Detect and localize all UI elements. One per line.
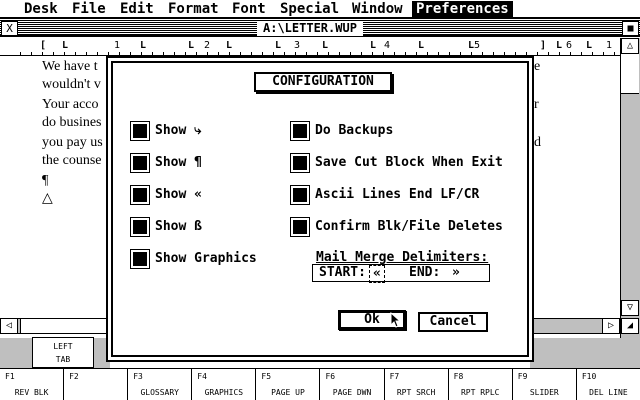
ruler-tab-stop[interactable]: L	[322, 40, 328, 52]
scroll-down-arrow-icon[interactable]: ▽	[621, 300, 639, 316]
size-box-icon[interactable]: ◢	[621, 318, 639, 334]
document-line: the counse	[42, 153, 102, 168]
function-key-f9[interactable]: F9 SLIDER	[513, 369, 577, 400]
menu-font[interactable]: Font	[228, 1, 270, 17]
function-key-bar: F1 REV BLK F2 F3 GLOSSARY F4 GRAPHICS F5…	[0, 368, 640, 400]
mail-merge-delimiters: START: « END: »	[312, 264, 490, 283]
end-delimiter-label: END:	[409, 265, 441, 280]
ruler-right-margin[interactable]: ]	[540, 40, 546, 52]
checkbox-fill	[133, 124, 147, 138]
paragraph-mark: ¶	[42, 173, 49, 188]
checkbox-show-eszett[interactable]	[130, 217, 150, 237]
checkbox-fill	[133, 220, 147, 234]
checkbox-show-graphics[interactable]	[130, 249, 150, 269]
function-key-f3[interactable]: F3 GLOSSARY	[128, 369, 193, 400]
menu-edit[interactable]: Edit	[116, 1, 158, 17]
ruler-left-margin[interactable]: [	[40, 40, 46, 52]
ruler-number: 4	[384, 40, 391, 51]
function-key-f1[interactable]: F1 REV BLK	[0, 369, 65, 400]
menu-preferences[interactable]: Preferences	[412, 1, 513, 17]
checkbox-fill	[133, 188, 147, 202]
checkbox-fill	[133, 156, 147, 170]
ruler-tab-stop[interactable]: L	[226, 40, 232, 52]
document-line: wouldn't v	[42, 77, 101, 92]
checkbox-show-guillemet[interactable]	[130, 185, 150, 205]
document-line-fragment: e	[534, 59, 541, 74]
document-line-fragment: r	[534, 97, 539, 112]
document-line: We have t	[42, 59, 98, 74]
ruler-tab-stop[interactable]: L	[62, 40, 68, 52]
menu-format[interactable]: Format	[164, 1, 223, 17]
function-key-f5[interactable]: F5 PAGE UP	[256, 369, 321, 400]
left-tab-button[interactable]: LEFT TAB	[32, 337, 94, 368]
ruler[interactable]: [ L L L L L L L L L ] L L 1 2 3 4 5 6 1	[0, 38, 620, 56]
function-key-f4[interactable]: F4 GRAPHICS	[192, 369, 257, 400]
ruler-number: 1	[606, 40, 613, 51]
ruler-number: 6	[566, 40, 573, 51]
mouse-pointer-icon	[390, 312, 402, 328]
checkbox-ascii-lines[interactable]	[290, 185, 310, 205]
ruler-tab-stop[interactable]: L	[418, 40, 424, 52]
ruler-tab-stop[interactable]: L	[370, 40, 376, 52]
checkbox-fill	[293, 220, 307, 234]
function-key-f6[interactable]: F6 PAGE DWN	[320, 369, 385, 400]
ruler-number: 3	[294, 40, 301, 51]
cancel-button[interactable]: Cancel	[418, 312, 488, 332]
checkbox-do-backups[interactable]	[290, 121, 310, 141]
ruler-number: 2	[204, 40, 211, 51]
scroll-left-arrow-icon[interactable]: ◁	[0, 318, 18, 334]
vertical-scroll-thumb[interactable]	[621, 54, 639, 94]
checkbox-fill	[293, 156, 307, 170]
ruler-tab-stop[interactable]: L	[275, 40, 281, 52]
window-title: A:\LETTER.WUP	[257, 21, 363, 36]
function-key-f7[interactable]: F7 RPT SRCH	[385, 369, 449, 400]
vertical-scrollbar[interactable]: △ ▽ ◢	[620, 38, 640, 338]
menu-special[interactable]: Special	[276, 1, 343, 17]
document-line: you pay us	[42, 135, 103, 150]
function-key-f2[interactable]: F2	[64, 369, 129, 400]
scroll-up-arrow-icon[interactable]: △	[621, 38, 639, 54]
checkbox-confirm-deletes[interactable]	[290, 217, 310, 237]
ruler-tab-stop[interactable]: L	[556, 40, 562, 52]
ruler-number: 5	[474, 40, 481, 51]
window-title-bar[interactable]: X A:\LETTER.WUP ■	[0, 20, 640, 37]
left-tab-label-1: LEFT	[53, 342, 73, 351]
left-tab-label-2: TAB	[55, 355, 71, 364]
menu-window[interactable]: Window	[348, 1, 407, 17]
scroll-right-arrow-icon[interactable]: ▷	[602, 318, 620, 334]
ruler-number: 1	[114, 40, 121, 51]
dialog-title: CONFIGURATION	[254, 72, 392, 92]
function-key-f8[interactable]: F8 RPT RPLC	[449, 369, 513, 400]
end-of-document-mark: △	[42, 191, 53, 206]
ruler-tab-stop[interactable]: L	[188, 40, 194, 52]
full-box-icon[interactable]: ■	[622, 21, 639, 36]
menu-desk[interactable]: Desk	[20, 1, 62, 17]
document-line: Your acco	[42, 97, 99, 112]
checkbox-fill	[293, 188, 307, 202]
menu-bar: Desk File Edit Format Font Special Windo…	[0, 0, 640, 19]
start-delimiter-field[interactable]: «	[369, 265, 385, 283]
checkbox-fill	[293, 124, 307, 138]
ruler-tab-stop[interactable]: L	[140, 40, 146, 52]
ruler-tab-stop[interactable]: L	[586, 40, 592, 52]
checkbox-show-paragraph[interactable]	[130, 153, 150, 173]
function-key-f10[interactable]: F10 DEL LINE	[577, 369, 640, 400]
checkbox-fill	[133, 252, 147, 266]
document-line: do busines	[42, 115, 102, 130]
end-delimiter-field[interactable]: »	[449, 265, 463, 281]
checkbox-save-cut-block[interactable]	[290, 153, 310, 173]
close-box-icon[interactable]: X	[1, 21, 18, 36]
configuration-dialog: CONFIGURATION Show ⤷ Show ¶ Show « Show …	[106, 56, 534, 362]
document-line-fragment: d	[534, 135, 541, 150]
desktop-pattern	[530, 338, 640, 368]
menu-file[interactable]: File	[68, 1, 110, 17]
start-delimiter-label: START:	[319, 265, 366, 280]
checkbox-show-tab[interactable]	[130, 121, 150, 141]
